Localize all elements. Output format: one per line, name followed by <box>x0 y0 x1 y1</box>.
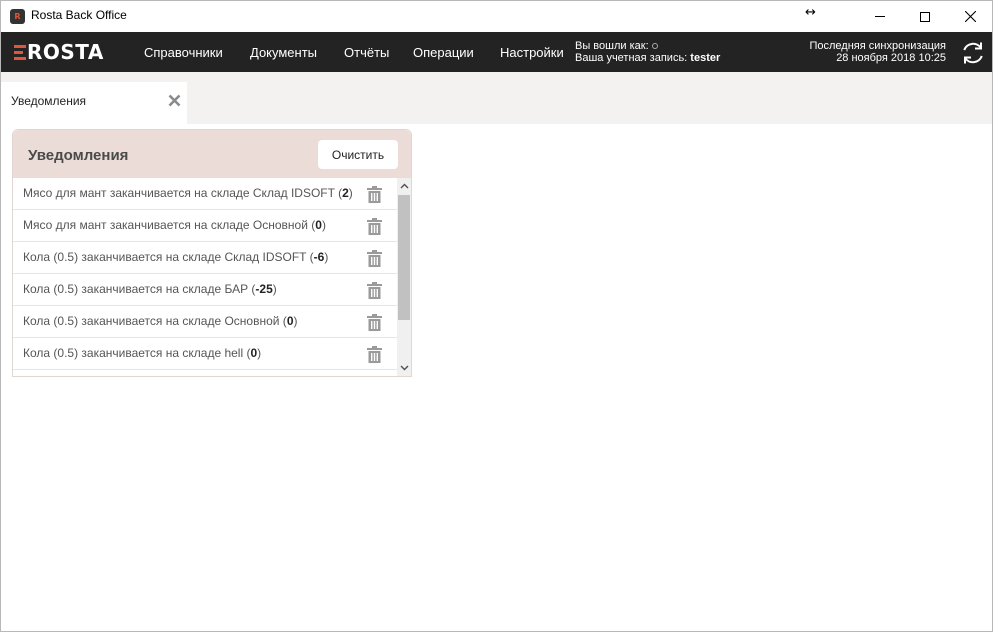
chevron-down-icon <box>400 365 408 371</box>
trash-icon[interactable] <box>367 218 382 235</box>
panel-header: Уведомления Очистить <box>13 130 411 178</box>
window-titlebar: R Rosta Back Office ↔ <box>1 1 992 32</box>
user-info: Вы вошли как: Ваша учетная запись: teste… <box>575 40 720 64</box>
nav-item-operations[interactable]: Операции <box>413 45 474 60</box>
chevron-up-icon <box>400 183 408 189</box>
notification-text: Мясо для мант заканчивается на складе Ск… <box>23 186 353 200</box>
window-title: Rosta Back Office <box>31 8 127 22</box>
notification-text: Кола (0.5) заканчивается на складе hell … <box>23 346 262 360</box>
logo-bars-icon <box>14 44 26 60</box>
maximize-button[interactable] <box>902 1 948 32</box>
nav-item-directories[interactable]: Справочники <box>144 45 223 60</box>
tab-strip: Уведомления <box>1 72 992 124</box>
list-item: Кола (0.5) заканчивается на складе Основ… <box>13 306 397 338</box>
sync-datetime: 28 ноября 2018 10:25 <box>836 52 946 64</box>
nav-item-reports[interactable]: Отчёты <box>344 45 389 60</box>
tab-notifications[interactable]: Уведомления <box>1 82 187 124</box>
sync-label: Последняя синхронизация <box>809 40 946 52</box>
scrollbar-thumb[interactable] <box>398 195 410 320</box>
online-status-icon <box>651 43 658 50</box>
app-logo-icon: R <box>10 9 25 24</box>
close-tab-icon[interactable] <box>168 94 181 107</box>
notification-text: Кола (0.5) заканчивается на складе Основ… <box>23 314 298 328</box>
list-scrollbar[interactable] <box>397 178 411 376</box>
trash-icon[interactable] <box>367 314 382 331</box>
notification-text: Кола (0.5) заканчивается на складе Склад… <box>23 250 329 264</box>
nav-item-documents[interactable]: Документы <box>250 45 317 60</box>
logged-in-label: Вы вошли как: <box>575 40 649 52</box>
list-item: Кола (0.5) заканчивается на складе Склад… <box>13 242 397 274</box>
list-item: Кола (0.5) заканчивается на складе hell … <box>13 338 397 370</box>
maximize-icon <box>920 11 930 22</box>
tab-label: Уведомления <box>11 94 87 108</box>
rosta-logo[interactable]: ROSTA <box>14 40 104 64</box>
list-item: Кола (0.5) заканчивается на складе БАР (… <box>13 274 397 306</box>
trash-icon[interactable] <box>367 282 382 299</box>
account-name: tester <box>690 52 721 64</box>
notification-text: Кола (0.5) заканчивается на складе БАР (… <box>23 282 277 296</box>
resize-arrows-icon: ↔ <box>805 5 816 20</box>
account-label: Ваша учетная запись: <box>575 52 688 64</box>
minimize-icon <box>875 16 885 17</box>
notifications-list: Мясо для мант заканчивается на складе Ск… <box>13 178 397 376</box>
sync-refresh-icon[interactable] <box>959 39 987 67</box>
nav-item-settings[interactable]: Настройки <box>500 45 564 60</box>
minimize-button[interactable] <box>857 1 903 32</box>
trash-icon[interactable] <box>367 346 382 363</box>
list-item: Мясо для мант заканчивается на складе Ос… <box>13 210 397 242</box>
close-icon <box>964 11 976 22</box>
scroll-down-button[interactable] <box>397 360 411 376</box>
close-window-button[interactable] <box>947 1 993 32</box>
trash-icon[interactable] <box>367 186 382 203</box>
panel-title: Уведомления <box>28 147 129 164</box>
list-item: Мясо для мант заканчивается на складе Ск… <box>13 178 397 210</box>
trash-icon[interactable] <box>367 250 382 267</box>
main-navbar: ROSTA Справочники Документы Отчёты Опера… <box>1 32 992 72</box>
scroll-up-button[interactable] <box>397 178 411 194</box>
notification-text: Мясо для мант заканчивается на складе Ос… <box>23 218 326 232</box>
main-content: Уведомления Очистить Мясо для мант закан… <box>1 124 992 629</box>
sync-info: Последняя синхронизация 28 ноября 2018 1… <box>809 40 946 64</box>
notifications-panel: Уведомления Очистить Мясо для мант закан… <box>12 129 412 377</box>
clear-button[interactable]: Очистить <box>318 140 398 169</box>
